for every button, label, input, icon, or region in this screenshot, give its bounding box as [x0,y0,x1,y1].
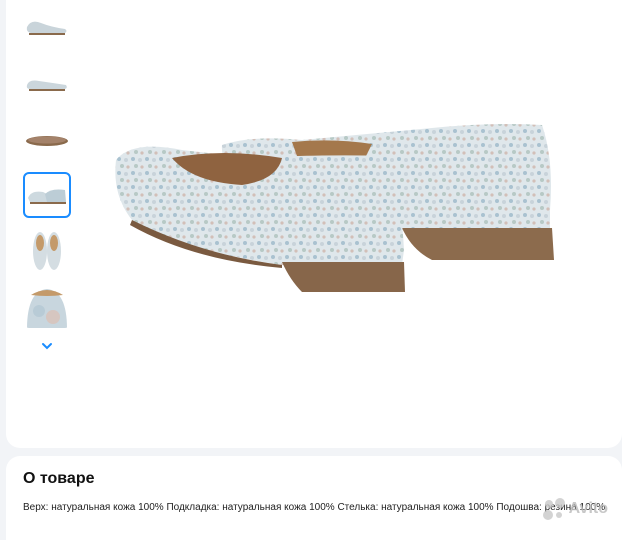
thumbnail-4[interactable] [23,172,71,218]
watermark-text: Avito [568,500,608,517]
thumbnail-5[interactable] [23,228,71,274]
avito-watermark: Avito [542,498,608,520]
thumbnail-3[interactable] [23,116,71,162]
about-title: О товаре [23,470,95,487]
product-image[interactable] [102,100,572,310]
thumbnail-6[interactable] [23,284,71,330]
thumbnail-1[interactable] [23,4,71,50]
avito-logo-icon [542,498,565,520]
chevron-down-icon[interactable] [23,338,71,352]
gallery-card [6,0,622,448]
thumbnail-2[interactable] [23,60,71,106]
about-section: О товаре Верх: натуральная кожа 100% Под… [6,456,622,540]
about-description: Верх: натуральная кожа 100% Подкладка: н… [23,502,606,513]
thumbnail-strip [23,4,75,352]
